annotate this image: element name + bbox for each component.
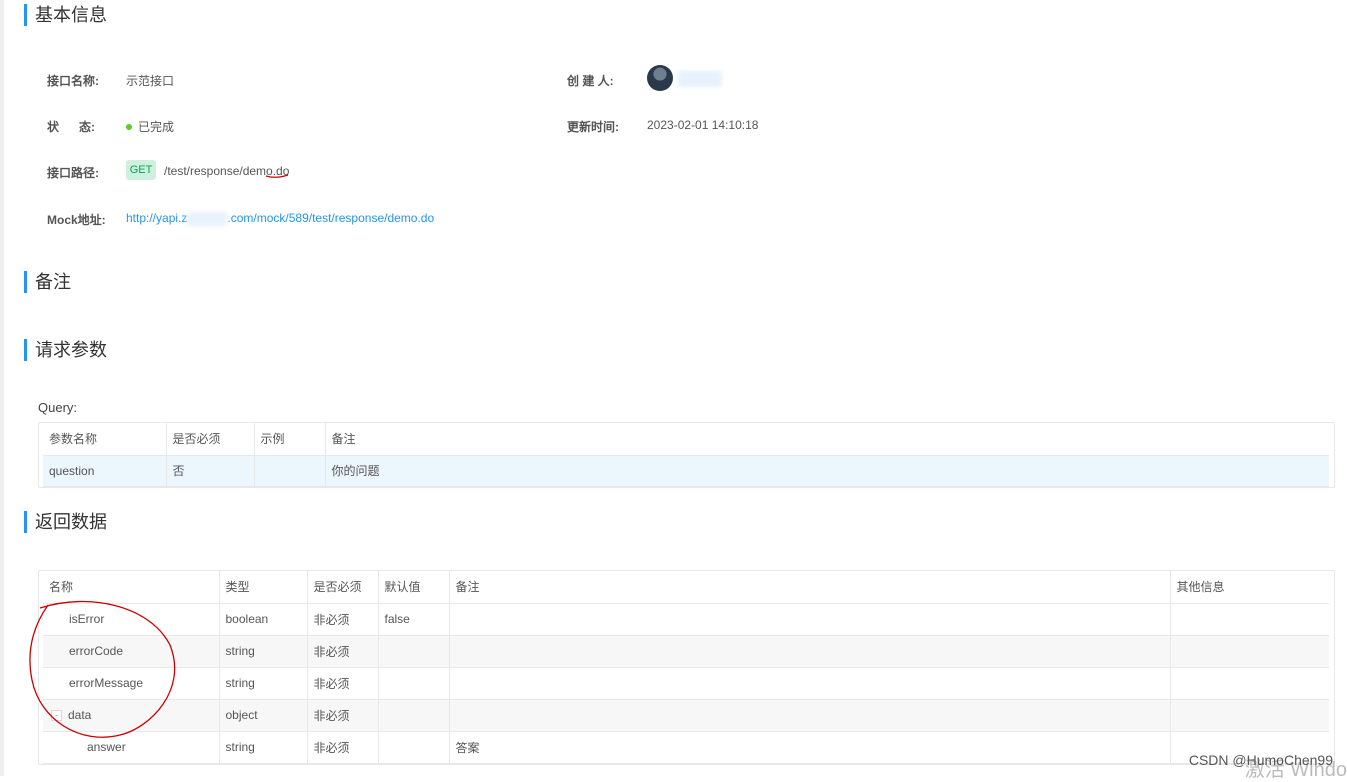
query-col-required: 是否必须: [166, 423, 255, 456]
table-row[interactable]: errorCode string 非必须: [43, 635, 1329, 668]
response-col-type: 类型: [219, 571, 308, 604]
table-row[interactable]: isError boolean 非必须 false: [43, 603, 1329, 636]
response-cell-required: 非必须: [307, 731, 379, 764]
query-cell-required: 否: [166, 455, 255, 487]
updated-time-value: 2023-02-01 14:10:18: [647, 118, 759, 132]
interface-name-value: 示范接口: [126, 74, 175, 88]
status-label: 状 态:: [47, 120, 96, 134]
response-cell-name: answer: [43, 731, 220, 764]
collapse-icon[interactable]: -: [51, 710, 62, 722]
section-title-basic-info: 基本信息: [24, 4, 107, 26]
response-cell-name: errorMessage: [43, 667, 220, 700]
interface-name-label: 接口名称:: [47, 74, 99, 88]
query-table: 参数名称 是否必须 示例 备注 question 否 你的问题: [43, 423, 1329, 487]
response-col-other: 其他信息: [1170, 571, 1329, 604]
response-table: 名称 类型 是否必须 默认值 备注 其他信息 isError boolean 非…: [43, 571, 1329, 764]
response-cell-other: [1170, 635, 1329, 668]
mock-url-prefix: http://yapi.z: [126, 211, 188, 225]
response-cell-required: 非必须: [307, 699, 379, 732]
response-cell-type: object: [219, 699, 308, 732]
query-label: Query:: [38, 400, 78, 415]
table-row[interactable]: errorMessage string 非必须: [43, 667, 1329, 700]
response-cell-other: [1170, 699, 1329, 732]
response-col-name: 名称: [43, 571, 220, 604]
response-cell-required: 非必须: [307, 603, 379, 636]
response-cell-remark: [449, 603, 1171, 636]
query-cell-example: [254, 455, 326, 487]
section-title-request-params: 请求参数: [24, 339, 107, 361]
response-cell-default: [378, 635, 450, 668]
query-cell-name: question: [43, 455, 167, 487]
response-cell-remark: 答案: [449, 731, 1171, 764]
response-cell-name: isError: [43, 603, 220, 636]
response-col-remark: 备注: [449, 571, 1171, 604]
response-cell-other: [1170, 667, 1329, 700]
response-cell-default: [378, 699, 450, 732]
table-row[interactable]: - data object 非必须: [43, 699, 1329, 732]
updated-time-label: 更新时间:: [567, 120, 619, 134]
creator-label: 创 建 人:: [567, 74, 614, 88]
response-cell-type: string: [219, 667, 308, 700]
interface-path-label: 接口路径:: [47, 166, 99, 180]
query-col-name: 参数名称: [43, 423, 167, 456]
response-cell-name: errorCode: [43, 635, 220, 668]
response-cell-remark: [449, 699, 1171, 732]
query-col-remark: 备注: [325, 423, 1329, 456]
response-cell-remark: [449, 667, 1171, 700]
response-cell-required: 非必须: [307, 667, 379, 700]
table-row[interactable]: answer string 非必须 答案: [43, 731, 1329, 764]
avatar[interactable]: [647, 65, 673, 91]
query-col-example: 示例: [254, 423, 326, 456]
status-value: 已完成: [138, 120, 175, 134]
response-cell-default: [378, 731, 450, 764]
response-cell-default: [378, 667, 450, 700]
response-table-header: 名称 类型 是否必须 默认值 备注 其他信息: [43, 571, 1329, 604]
response-col-required: 是否必须: [307, 571, 379, 604]
response-cell-remark: [449, 635, 1171, 668]
status-badge: 已完成: [126, 118, 174, 135]
mock-url-label: Mock地址:: [47, 213, 106, 227]
response-cell-default: false: [378, 603, 450, 636]
status-dot-icon: [126, 123, 132, 130]
section-title-response-data: 返回数据: [24, 511, 107, 533]
mock-url-redacted: [187, 211, 228, 226]
response-cell-other: [1170, 603, 1329, 636]
response-col-default: 默认值: [378, 571, 450, 604]
mock-url-suffix: .com/mock/589/test/response/demo.do: [227, 211, 435, 225]
query-cell-remark: 你的问题: [325, 455, 1329, 487]
section-title-remark: 备注: [24, 271, 71, 293]
http-method-tag: GET: [126, 160, 156, 180]
response-cell-required: 非必须: [307, 635, 379, 668]
creator-name-redacted: [678, 71, 722, 87]
response-cell-type: boolean: [219, 603, 308, 636]
response-cell-name-text: data: [68, 708, 92, 722]
mock-url-link[interactable]: http://yapi.z .com/mock/589/test/response…: [126, 211, 434, 226]
table-row[interactable]: question 否 你的问题: [43, 455, 1329, 487]
response-cell-type: string: [219, 635, 308, 668]
left-border: [0, 0, 4, 776]
response-cell-type: string: [219, 731, 308, 764]
query-table-header: 参数名称 是否必须 示例 备注: [43, 423, 1329, 456]
interface-path-value: /test/response/demo.do: [164, 164, 290, 178]
csdn-watermark: CSDN @HumoChen99: [1188, 752, 1333, 768]
response-cell-name: - data: [43, 699, 220, 732]
